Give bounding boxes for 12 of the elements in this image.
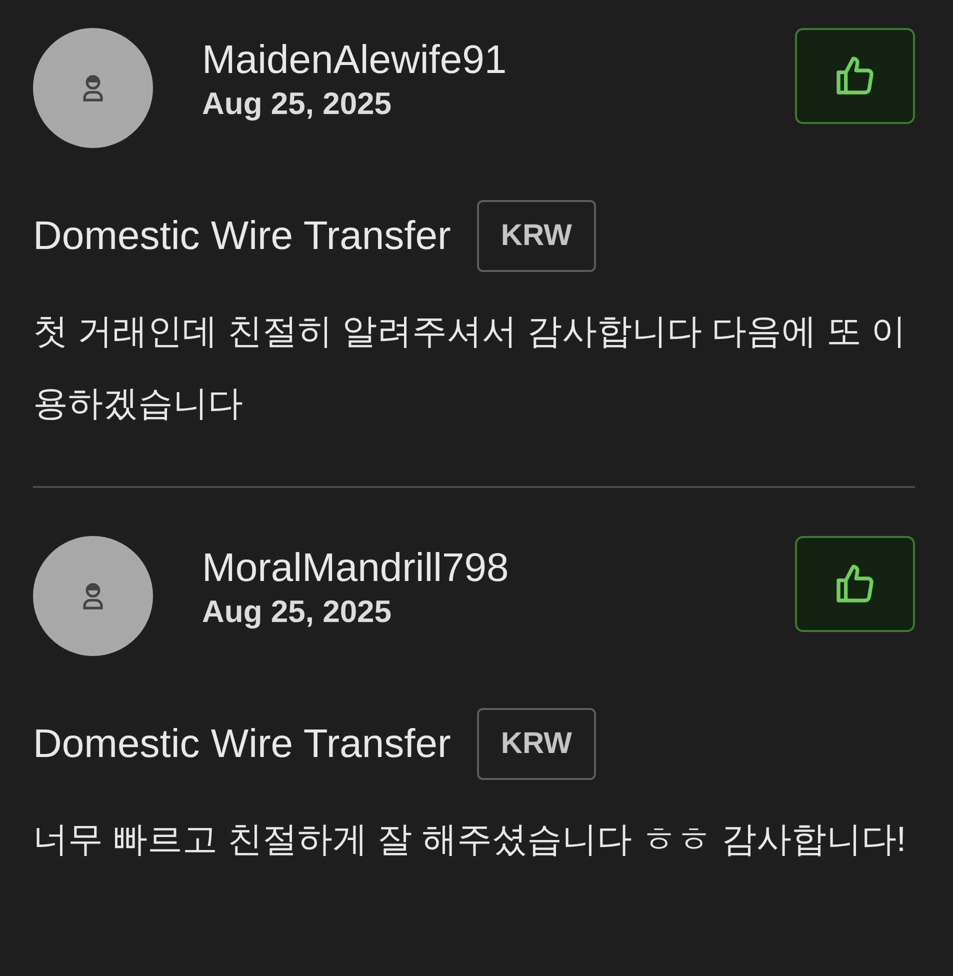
currency-tag: KRW bbox=[476, 708, 596, 780]
review-date: Aug 25, 2025 bbox=[202, 593, 393, 631]
review-comment: 너무 빠르고 친절하게 잘 해주셨습니다 ㅎㅎ 감사합니다! bbox=[33, 819, 908, 861]
username: MoralMandrill798 bbox=[202, 545, 510, 592]
payment-method: Domestic Wire Transfer bbox=[33, 214, 451, 258]
like-button[interactable] bbox=[795, 536, 915, 632]
payment-method: Domestic Wire Transfer bbox=[33, 722, 451, 766]
like-button[interactable] bbox=[795, 28, 915, 124]
currency-tag: KRW bbox=[476, 200, 596, 272]
review-comment: 첫 거래인데 친절히 알려주셔서 감사합니다 다음에 또 이용하겠습니다 bbox=[33, 311, 908, 425]
username: MaidenAlewife91 bbox=[202, 37, 508, 84]
review-date: Aug 25, 2025 bbox=[202, 85, 393, 123]
